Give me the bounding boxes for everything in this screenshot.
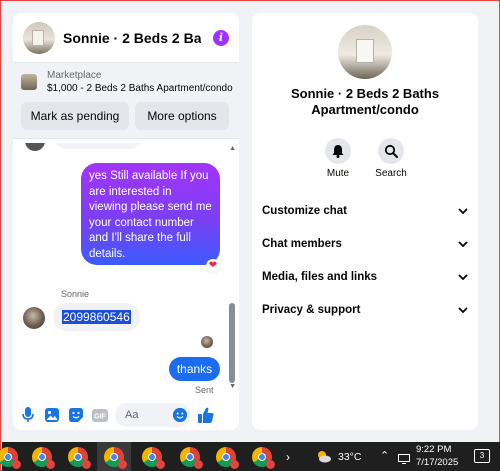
taskbar-chrome-icon[interactable] (32, 447, 55, 469)
heart-reaction-icon[interactable]: ❤ (206, 259, 220, 273)
previous-message (53, 143, 143, 149)
taskbar-chrome-icon[interactable] (180, 447, 203, 469)
listing-summary[interactable]: Marketplace $1,000 - 2 Beds 2 Baths Apar… (21, 69, 233, 95)
taskbar-chrome-icon[interactable] (104, 447, 127, 469)
weather-temperature[interactable]: 33°C (338, 451, 361, 463)
previous-avatar (25, 143, 45, 151)
incoming-message[interactable]: 2099860546 (53, 303, 140, 331)
mute-action[interactable]: Mute (313, 138, 363, 179)
search-icon[interactable] (378, 138, 404, 164)
chat-panel: Sonnie · 2 Beds 2 Baths Apartment/condo … (13, 13, 239, 430)
marketplace-listing: Marketplace $1,000 - 2 Beds 2 Baths Apar… (13, 63, 239, 139)
more-options-button[interactable]: More options (135, 102, 229, 130)
chevron-down-icon (458, 307, 468, 313)
contact-avatar[interactable] (23, 21, 55, 54)
svg-text:GIF: GIF (94, 413, 106, 420)
taskbar-chrome-icon[interactable] (68, 447, 91, 469)
chevron-down-icon (458, 274, 468, 280)
chevron-down-icon (458, 241, 468, 247)
contact-profile-photo[interactable] (338, 25, 392, 79)
sender-avatar[interactable] (23, 307, 45, 329)
emoji-icon[interactable] (173, 408, 187, 422)
notification-center-icon[interactable]: 3 (474, 449, 490, 463)
chat-info-panel: Sonnie · 2 Beds 2 Baths Apartment/condo … (252, 13, 478, 430)
customize-chat-row[interactable]: Customize chat (262, 201, 468, 221)
listing-value: $1,000 - 2 Beds 2 Baths Apartment/condo (47, 83, 233, 94)
scroll-down-arrow-icon[interactable]: ▼ (229, 383, 236, 390)
sticker-icon[interactable] (67, 406, 85, 424)
privacy-support-row[interactable]: Privacy & support (262, 300, 468, 320)
sender-name: Sonnie (61, 289, 90, 299)
message-composer: GIF Aa (13, 400, 239, 430)
taskbar-chrome-icon[interactable] (142, 447, 165, 469)
chevron-down-icon (458, 208, 468, 214)
mark-as-pending-button[interactable]: Mark as pending (21, 102, 129, 130)
thumbs-up-icon[interactable] (197, 406, 215, 424)
search-action[interactable]: Search (366, 138, 416, 179)
chat-members-row[interactable]: Chat members (262, 234, 468, 254)
scrollbar-thumb[interactable] (229, 303, 235, 383)
outgoing-message-short[interactable]: thanks (169, 357, 220, 381)
weather-icon[interactable] (314, 448, 332, 464)
chat-header: Sonnie · 2 Beds 2 Baths Apartment/condo … (13, 13, 239, 63)
outgoing-message[interactable]: yes Still available If you are intereste… (81, 163, 220, 265)
photo-icon[interactable] (43, 406, 61, 424)
scroll-up-arrow-icon[interactable]: ▲ (229, 145, 236, 152)
seen-indicator-avatar (201, 336, 213, 348)
message-list[interactable]: yes Still available If you are intereste… (13, 143, 239, 401)
taskbar-chrome-icon[interactable] (216, 447, 239, 469)
incoming-message-text[interactable]: 2099860546 (62, 310, 131, 324)
taskbar: › 33°C ⌃ 9:22 PM 7/17/2025 3 (0, 442, 500, 471)
mute-label: Mute (326, 168, 350, 179)
info-icon[interactable]: i (213, 29, 229, 46)
taskbar-chrome-icon[interactable] (0, 447, 21, 469)
info-title: Sonnie · 2 Beds 2 Baths Apartment/condo (290, 86, 440, 117)
microphone-icon[interactable] (19, 406, 37, 424)
clock-date[interactable]: 7/17/2025 (416, 457, 458, 468)
display-icon[interactable] (398, 451, 410, 469)
message-input-placeholder: Aa (125, 409, 139, 421)
search-label: Search (375, 168, 407, 179)
chat-title[interactable]: Sonnie · 2 Beds 2 Baths Apartment/condo (63, 30, 201, 46)
bell-icon[interactable] (325, 138, 351, 164)
media-files-links-row[interactable]: Media, files and links (262, 267, 468, 287)
taskbar-chrome-icon[interactable] (252, 447, 275, 469)
listing-thumbnail (21, 74, 37, 90)
message-input[interactable]: Aa (115, 403, 191, 427)
sent-status: Sent (195, 385, 214, 395)
taskbar-overflow-icon[interactable]: › (286, 450, 290, 464)
clock-time[interactable]: 9:22 PM (416, 444, 451, 455)
notification-count: 3 (479, 451, 485, 460)
gif-icon[interactable]: GIF (91, 406, 109, 424)
system-tray-chevron-icon[interactable]: ⌃ (380, 449, 389, 462)
listing-label: Marketplace (47, 70, 102, 81)
